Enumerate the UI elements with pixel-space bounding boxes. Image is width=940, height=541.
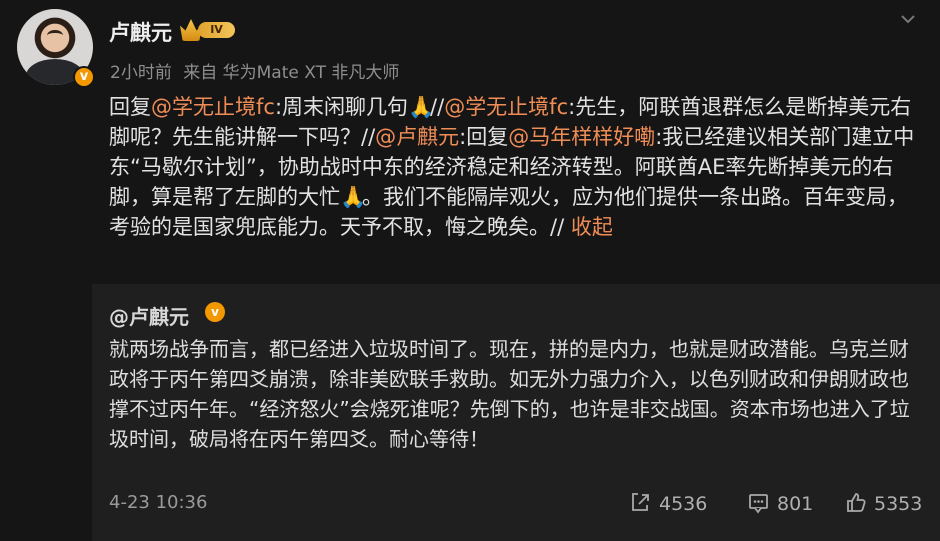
- comment-count: 801: [777, 493, 814, 515]
- mention-link[interactable]: @马年样样好嘞: [508, 125, 655, 149]
- like-count: 5353: [874, 493, 923, 515]
- quoted-date: 4-23 10:36: [109, 492, 208, 513]
- post-text: :回复: [459, 125, 509, 149]
- post-body: 回复@学无止境fc:周末闲聊几句🙏//@学无止境fc:先生，阿联酋退群怎么是断掉…: [109, 92, 917, 242]
- repost-separator: //: [550, 215, 565, 239]
- post-meta: 2小时前 来自 华为Mate XT 非凡大师: [110, 58, 405, 83]
- quoted-verified-badge: v: [205, 302, 225, 322]
- user-name[interactable]: 卢麒元: [109, 17, 172, 47]
- mention-link[interactable]: @卢麒元: [375, 125, 459, 149]
- reply-prefix: 回复: [109, 95, 151, 119]
- repost-button[interactable]: 4536: [629, 491, 707, 515]
- mention-link[interactable]: @学无止境fc: [151, 95, 275, 119]
- comment-icon: [747, 491, 770, 514]
- post-text: :周末闲聊几句: [274, 95, 409, 119]
- repost-separator: //: [361, 125, 376, 149]
- pray-emoji: 🙏: [340, 185, 367, 209]
- user-level-badge: IV: [180, 19, 238, 41]
- quoted-text: 就两场战争而言，都已经进入垃圾时间了。现在，拼的是内力，也就是财政潜能。乌克兰财…: [109, 337, 910, 451]
- collapse-button[interactable]: 收起: [571, 215, 613, 239]
- like-icon: [844, 491, 867, 514]
- quoted-post: @卢麒元 v 就两场战争而言，都已经进入垃圾时间了。现在，拼的是内力，也就是财政…: [92, 284, 940, 541]
- repost-count: 4536: [659, 493, 708, 515]
- like-button[interactable]: 5353: [844, 491, 922, 515]
- comment-button[interactable]: 801: [747, 491, 813, 515]
- verified-badge: v: [73, 66, 95, 88]
- post-source: 来自 华为Mate XT 非凡大师: [183, 63, 400, 83]
- weibo-post: v 卢麒元 IV 2小时前 来自 华为Mate XT 非凡大师 回复@学无止境f…: [0, 0, 940, 284]
- chevron-down-icon[interactable]: [899, 10, 917, 28]
- repost-icon: [629, 491, 652, 514]
- repost-separator: //: [430, 95, 445, 119]
- quoted-author[interactable]: @卢麒元: [109, 301, 189, 330]
- post-time: 2小时前: [110, 63, 172, 83]
- user-level-text: IV: [198, 22, 235, 38]
- pray-emoji: 🙏: [408, 95, 435, 119]
- mention-link[interactable]: @学无止境fc: [444, 95, 568, 119]
- quoted-author-name[interactable]: @卢麒元: [109, 305, 189, 329]
